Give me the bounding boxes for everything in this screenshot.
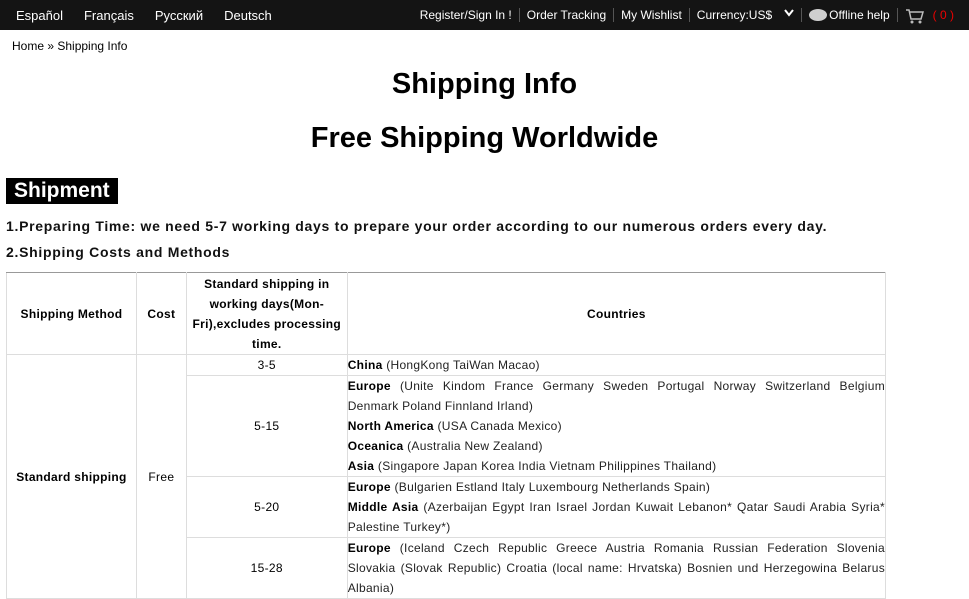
offline-help-label: Offline help xyxy=(829,8,890,22)
region-line: North America (USA Canada Mexico) xyxy=(348,416,885,436)
days-cell: 3-5 xyxy=(185,354,348,376)
table-row: Standard shipping Free 3-5 China (HongKo… xyxy=(6,354,887,599)
region-line: Europe (Iceland Czech Republic Greece Au… xyxy=(348,538,885,598)
region-countries: (USA Canada Mexico) xyxy=(433,419,562,433)
region-line: Europe (Unite Kindom France Germany Swed… xyxy=(348,376,885,416)
lang-russian[interactable]: Русский xyxy=(155,8,203,23)
currency-label: Currency:US$ xyxy=(696,8,773,22)
region-countries: (Australia New Zealand) xyxy=(403,439,543,453)
lang-deutsch[interactable]: Deutsch xyxy=(224,8,272,23)
order-tracking-link[interactable]: Order Tracking xyxy=(518,8,613,22)
preparing-time-text: 1.Preparing Time: we need 5-7 working da… xyxy=(6,218,828,234)
breadcrumb-current: Shipping Info xyxy=(57,39,128,53)
region-countries: (Iceland Czech Republic Greece Austria R… xyxy=(347,541,885,595)
region-countries: (Singapore Japan Korea India Vietnam Phi… xyxy=(374,459,717,473)
wishlist-link[interactable]: My Wishlist xyxy=(613,8,689,22)
region-line: Middle Asia (Azerbaijan Egypt Iran Israe… xyxy=(348,497,885,537)
region-line: Europe (Bulgarien Estland Italy Luxembou… xyxy=(348,477,885,497)
cart-count: ( 0 ) xyxy=(932,8,954,22)
region-name: Europe xyxy=(347,480,391,494)
breadcrumb-home[interactable]: Home xyxy=(12,39,44,53)
countries-cell: Europe (Bulgarien Estland Italy Luxembou… xyxy=(346,476,887,538)
region-line: Asia (Singapore Japan Korea India Vietna… xyxy=(348,456,885,476)
region-line: China (HongKong TaiWan Macao) xyxy=(348,355,885,375)
chat-bubble-icon xyxy=(809,9,828,21)
offline-help-link[interactable]: Offline help xyxy=(801,8,897,22)
currency-selector[interactable]: Currency:US$ xyxy=(688,8,801,22)
account-nav: Register/Sign In ! Order Tracking My Wis… xyxy=(413,0,961,30)
top-bar: Español Français Русский Deutsch Registe… xyxy=(0,0,969,30)
shopping-cart-icon xyxy=(905,8,925,24)
register-signin-link[interactable]: Register/Sign In ! xyxy=(413,8,519,22)
chevron-down-icon xyxy=(784,8,794,22)
col-header-cost: Cost xyxy=(135,272,187,355)
breadcrumb: Home » Shipping Info xyxy=(12,39,127,53)
region-name: North America xyxy=(347,419,434,433)
page-title: Shipping Info xyxy=(391,68,578,100)
region-name: China xyxy=(347,358,383,372)
table-header-row: Shipping Method Cost Standard shipping i… xyxy=(6,272,887,355)
region-name: Europe xyxy=(347,541,391,555)
col-header-countries: Countries xyxy=(346,272,887,355)
breadcrumb-separator: » xyxy=(44,39,58,53)
col-header-method: Shipping Method xyxy=(6,272,137,355)
page-subtitle: Free Shipping Worldwide xyxy=(310,122,659,154)
region-name: Europe xyxy=(347,379,391,393)
section-heading-shipment: Shipment xyxy=(6,178,118,204)
region-name: Asia xyxy=(347,459,375,473)
countries-cell: China (HongKong TaiWan Macao) xyxy=(346,354,887,376)
region-countries: (Unite Kindom France Germany Sweden Port… xyxy=(347,379,885,413)
lang-francais[interactable]: Français xyxy=(84,8,134,23)
region-countries: (HongKong TaiWan Macao) xyxy=(382,358,540,372)
shipping-costs-heading: 2.Shipping Costs and Methods xyxy=(6,244,231,260)
days-cell: 5-20 xyxy=(185,476,348,538)
shipping-method-cell: Standard shipping xyxy=(6,354,137,599)
region-name: Oceanica xyxy=(347,439,404,453)
region-name: Middle Asia xyxy=(347,500,419,514)
days-cell: 5-15 xyxy=(185,375,348,477)
lang-espanol[interactable]: Español xyxy=(16,8,63,23)
shipping-table: Shipping Method Cost Standard shipping i… xyxy=(6,272,887,599)
region-line: Oceanica (Australia New Zealand) xyxy=(348,436,885,456)
region-countries: (Azerbaijan Egypt Iran Israel Jordan Kuw… xyxy=(347,500,885,534)
cost-cell: Free xyxy=(135,354,187,599)
language-switcher: Español Français Русский Deutsch xyxy=(16,0,293,30)
region-countries: (Bulgarien Estland Italy Luxembourg Neth… xyxy=(390,480,711,494)
days-cell: 15-28 xyxy=(185,537,348,599)
cart-link[interactable]: ( 0 ) xyxy=(896,8,961,24)
countries-cell: Europe (Iceland Czech Republic Greece Au… xyxy=(346,537,887,599)
col-header-days: Standard shipping in working days(Mon-Fr… xyxy=(185,272,348,355)
countries-cell: Europe (Unite Kindom France Germany Swed… xyxy=(346,375,887,477)
